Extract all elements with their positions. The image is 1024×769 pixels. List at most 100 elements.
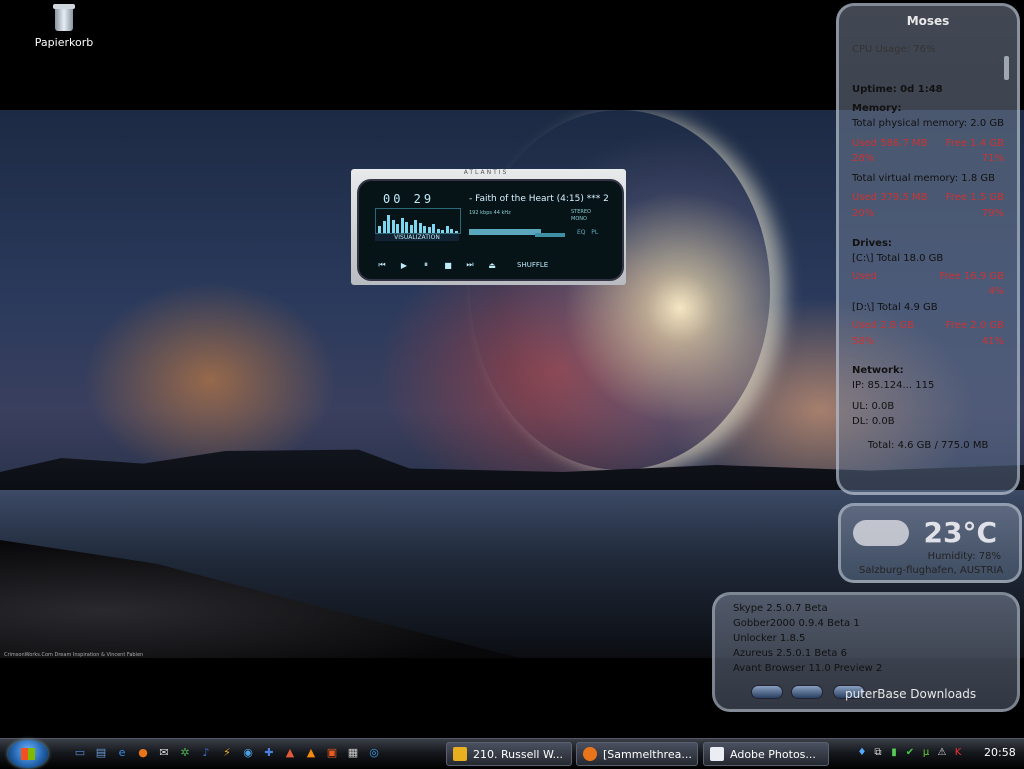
network-heading: Network: [852,365,904,376]
visualizer-bar [391,220,395,233]
pause-button[interactable]: ⏸ [419,260,433,270]
gadget-nav-button-1[interactable] [751,685,783,699]
drive-d-row: Used 2.8 GB Free 2.0 GB [852,320,1004,331]
weather-gadget[interactable]: 23°C Humidity: 78% Salzburg-flughafen, A… [838,503,1022,583]
task-label: Adobe Photos... [730,747,816,761]
physical-total: Total physical memory: 2.0 GB [852,118,1005,129]
network-download: DL: 0.0B [852,416,895,427]
task-photoshop[interactable]: Adobe Photos... [703,742,829,766]
downloads-title: puterBase Downloads [845,687,977,701]
task-label: 210. Russell W... [473,747,564,761]
physical-free-pct: 71% [981,153,1004,164]
taskbar: ▭ ▤ e ● ✉ ✲ ♪ ⚡ ◉ ✚ ▲ ▲ ▣ ▦ ◎ 210. Russell W... [Samme… [0,738,1024,769]
drive-d-pct-row: 58% 41% [852,336,1004,347]
messenger-icon[interactable]: ✚ [261,745,277,761]
visualizer-bar [396,224,399,233]
network-icon[interactable]: ⧉ [872,746,884,760]
visualizer-bar [450,229,453,233]
speaker-icon[interactable]: ♦ [856,746,868,760]
downloads-gadget[interactable]: Skype 2.5.0.7 Beta Gobber2000 0.9.4 Beta… [712,592,1020,712]
update-icon[interactable]: ✔ [904,746,916,760]
player-screen: 00 29 - Faith of the Heart (4:15) *** 2 … [357,179,624,281]
firefox-icon[interactable]: ● [135,745,151,761]
media-player-window[interactable]: ATLANTIS 00 29 - Faith of the Heart (4:1… [351,169,626,285]
media-icon[interactable]: ♪ [198,745,214,761]
virtual-free: Free 1.5 GB [945,192,1004,203]
download-item[interactable]: Unlocker 1.8.5 [733,633,805,644]
firefox-icon [583,747,597,761]
virtual-pct-row: 20% 79% [852,208,1004,219]
photoshop-icon [710,747,724,761]
memory-heading: Memory: [852,103,902,114]
play-button[interactable]: ▶ [397,261,411,270]
seek-slider[interactable] [469,229,541,235]
eject-button[interactable]: ⏏ [485,261,499,270]
task-winamp[interactable]: 210. Russell W... [446,742,572,766]
mail-icon[interactable]: ✉ [156,745,172,761]
gadget-nav-button-2[interactable] [791,685,823,699]
system-info-gadget[interactable]: Moses CPU Usage: 76% Uptime: 0d 1:48 Mem… [836,3,1020,495]
paint-icon[interactable]: ▲ [282,745,298,761]
gadget-scrollbar[interactable] [1004,56,1009,80]
visualizer-bar [405,222,408,233]
download-item[interactable]: Skype 2.5.0.7 Beta [733,603,828,614]
visualizer-bar [400,218,404,233]
shuffle-button[interactable]: SHUFFLE [517,261,548,269]
stop-button[interactable]: ■ [441,261,455,270]
winamp-icon[interactable]: ⚡ [219,745,235,761]
network-upload: UL: 0.0B [852,401,895,412]
antivirus-icon[interactable]: K [952,746,964,760]
visualizer-bar [418,223,422,233]
wallpaper-planet [470,110,770,470]
drive-d-free: Free 2.0 GB [945,320,1004,331]
eq-pl-buttons: EQ PL [577,229,598,236]
windows-logo-icon [21,748,35,760]
drive-c-free: Free 16.9 GB [939,271,1004,282]
utorrent-icon[interactable]: µ [920,746,932,760]
desktop-icon-recycle-bin[interactable]: Papierkorb [28,2,100,49]
next-button[interactable]: ⏭ [463,260,477,270]
eq-button[interactable]: EQ [577,229,586,236]
playlist-button[interactable]: PL [591,229,598,236]
desktop-icon-label: Papierkorb [34,36,94,49]
task-firefox[interactable]: [Sammelthrea... [576,742,698,766]
green-app-icon[interactable]: ✲ [177,745,193,761]
virtual-used-pct: 20% [852,208,875,219]
orange-app-icon[interactable]: ▣ [324,745,340,761]
signal-icon[interactable]: ▮ [888,746,900,760]
virtual-total: Total virtual memory: 1.8 GB [852,173,995,184]
drive-d-total: [D:\] Total 4.9 GB [852,302,938,313]
player-brand: ATLANTIS [463,169,509,176]
vlc-icon[interactable]: ▲ [303,745,319,761]
drive-d-free-pct: 41% [981,336,1004,347]
player-visualizer[interactable] [375,208,461,234]
drives-heading: Drives: [852,238,892,249]
mono-label: MONO [571,216,587,222]
drive-d-used: Used 2.8 GB [852,320,914,331]
prev-button[interactable]: ⏮ [375,260,389,270]
start-button[interactable] [8,740,48,768]
download-item[interactable]: Azureus 2.5.0.1 Beta 6 [733,648,847,659]
volume-slider[interactable] [535,233,565,237]
search-icon[interactable]: ◎ [366,745,382,761]
show-desktop-icon[interactable]: ▭ [72,745,88,761]
visualizer-bar [432,224,435,233]
app-icon[interactable]: ◉ [240,745,256,761]
visualizer-bar [414,220,417,233]
cpu-usage: CPU Usage: 76% [852,44,936,55]
security-icon[interactable]: ⚠ [936,746,948,760]
player-controls: ⏮ ▶ ⏸ ■ ⏭ ⏏ SHUFFLE [375,259,615,271]
internet-explorer-icon[interactable]: e [114,745,130,761]
player-time: 00 29 [383,192,435,206]
recycle-bin-icon [51,2,77,32]
drive-c-used: Used [852,271,878,282]
clock[interactable]: 20:58 [984,746,1016,759]
checker-icon[interactable]: ▦ [345,745,361,761]
weather-location: Salzburg-flughafen, AUSTRIA [859,565,1004,576]
download-item[interactable]: Avant Browser 11.0 Preview 2 [733,663,882,674]
download-item[interactable]: Gobber2000 0.9.4 Beta 1 [733,618,860,629]
switch-windows-icon[interactable]: ▤ [93,745,109,761]
visualization-label[interactable]: VISUALIZATION [375,234,459,241]
uptime: Uptime: 0d 1:48 [852,84,943,95]
visualizer-bar [441,230,444,233]
